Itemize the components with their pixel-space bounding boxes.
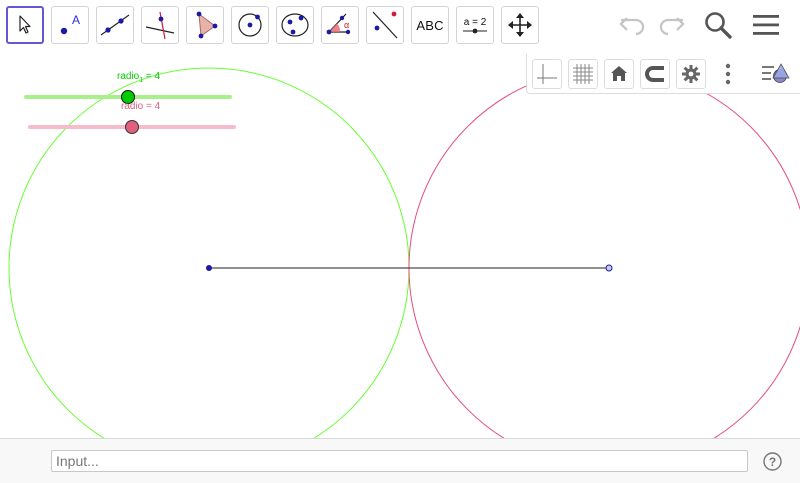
hamburger-menu-icon [753,15,779,35]
reflect-tool-icon [372,11,398,39]
text-tool-icon: ABC [416,17,444,33]
redo-button[interactable] [654,8,688,42]
slider-radio1-label: radio1 = 4 [117,71,160,84]
toggle-style-bar-button[interactable] [758,59,794,89]
polygon-tool-icon [196,11,218,39]
reflect-tool-button[interactable] [366,6,404,44]
line-tool-button[interactable] [96,6,134,44]
text-tool-button[interactable]: ABC [411,6,449,44]
angle-tool-icon: α [326,13,351,35]
slider-tool-button[interactable]: a = 2 [456,6,494,44]
help-icon[interactable]: ? [763,452,782,471]
settings-gear-icon [682,65,700,83]
svg-text:α: α [344,20,349,30]
slider-radio-handle[interactable] [125,120,139,134]
slider-radio-label: radio = 4 [121,101,161,112]
point-tool-icon: A [60,13,80,35]
undo-icon [619,17,645,36]
slider-tool-label: a = 2 [463,16,487,28]
slider-tool-icon [463,28,487,33]
point-a[interactable] [206,265,212,271]
show-grid-button[interactable] [568,59,598,89]
conic-tool-icon [281,13,309,37]
line-tool-icon [100,14,130,36]
slider-radio1-label-value: = 4 [143,71,161,82]
more-options-button[interactable] [713,59,743,89]
graphics-canvas[interactable] [0,54,800,438]
perpendicular-tool-button[interactable] [141,6,179,44]
perpendicular-line-tool-icon [145,11,175,40]
search-icon [705,12,732,39]
circle-center-point-tool-icon [238,13,262,37]
move-tool-button[interactable] [6,6,44,44]
angle-tool-button[interactable]: α [321,6,359,44]
point-capturing-magnet-icon [645,66,664,82]
style-bar [526,54,800,94]
circle-c2[interactable] [408,67,800,438]
standard-view-home-icon [611,66,627,81]
redo-icon [659,17,685,36]
move-graphics-view-tool-icon [508,13,532,37]
svg-text:?: ? [769,455,776,469]
toolbar: A α ABC a = 2 [0,0,800,54]
menu-button[interactable] [749,8,783,42]
graphics-view[interactable]: radio1 = 4 radio = 4 [0,54,800,438]
slider-radio1-label-main: radio [117,71,140,82]
settings-button[interactable] [676,59,706,89]
search-button[interactable] [701,8,735,42]
algebra-input-field[interactable] [51,450,748,472]
move-graphics-view-tool-button[interactable] [501,6,539,44]
grid-icon [573,64,593,84]
conic-tool-button[interactable] [276,6,314,44]
point-capturing-button[interactable] [640,59,670,89]
undo-button[interactable] [616,8,650,42]
polygon-tool-button[interactable] [186,6,224,44]
point-b[interactable] [605,264,613,272]
toggle-style-bar-icon [762,63,790,83]
standard-view-button[interactable] [604,59,634,89]
show-axes-button[interactable] [532,59,562,89]
circle-tool-button[interactable] [231,6,269,44]
point-tool-button[interactable]: A [51,6,89,44]
input-bar: ? [0,438,800,483]
more-options-icon [725,63,731,85]
axes-icon [537,64,557,84]
move-tool-icon [19,15,31,34]
svg-text:A: A [72,13,80,27]
circle-c1[interactable] [8,67,410,438]
